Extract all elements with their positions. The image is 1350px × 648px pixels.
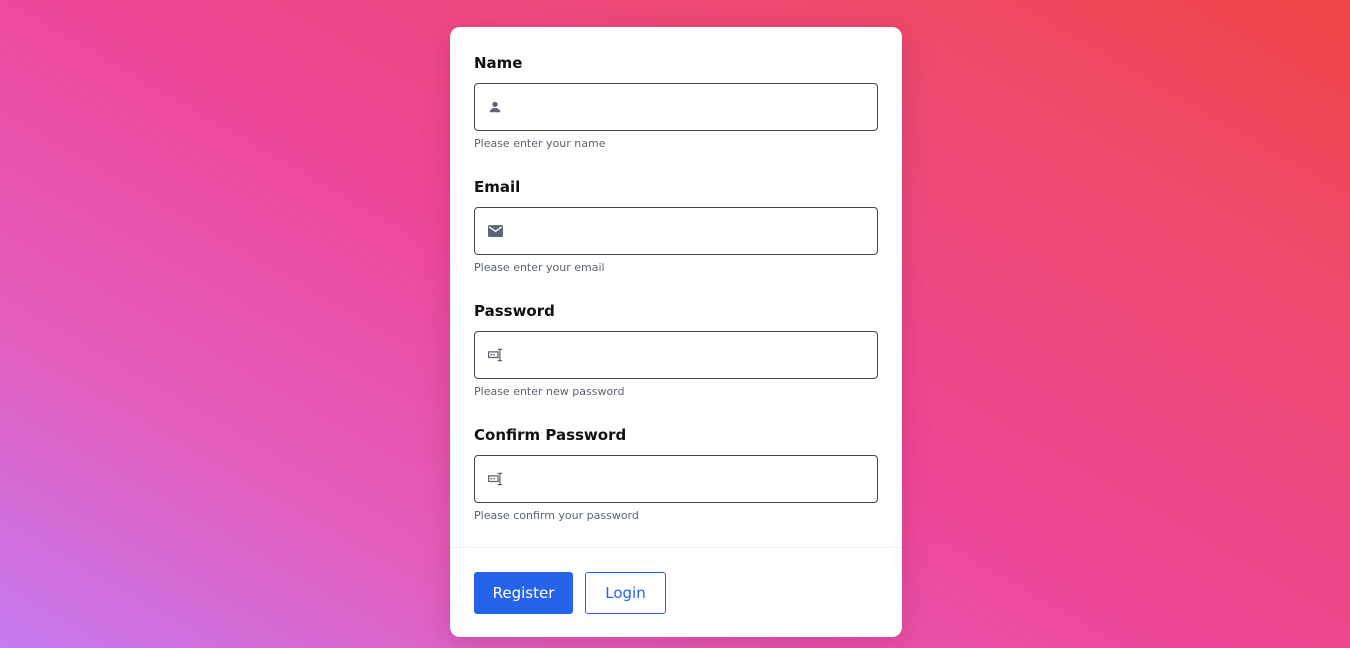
name-hint: Please enter your name bbox=[474, 137, 606, 150]
email-field-group: Email Please enter your email bbox=[474, 176, 878, 300]
password-input[interactable] bbox=[515, 332, 871, 378]
confirm-password-hint: Please confirm your password bbox=[474, 509, 639, 522]
confirm-password-label: Confirm Password bbox=[474, 426, 627, 444]
mail-icon bbox=[487, 223, 503, 239]
confirm-password-input[interactable] bbox=[515, 456, 871, 502]
form-actions: Register Login bbox=[474, 572, 666, 614]
confirm-password-field-group: Confirm Password Please confirm your pas… bbox=[474, 424, 878, 548]
register-form: Name Please enter your name Email Please… bbox=[450, 27, 902, 548]
register-button[interactable]: Register bbox=[474, 572, 573, 614]
email-input[interactable] bbox=[515, 208, 871, 254]
password-icon bbox=[487, 347, 503, 363]
name-input[interactable] bbox=[515, 84, 871, 130]
name-label: Name bbox=[474, 54, 523, 72]
confirm-password-input-wrapper[interactable] bbox=[474, 455, 878, 503]
email-input-wrapper[interactable] bbox=[474, 207, 878, 255]
person-icon bbox=[487, 99, 503, 115]
name-input-wrapper[interactable] bbox=[474, 83, 878, 131]
password-label: Password bbox=[474, 302, 555, 320]
name-field-group: Name Please enter your name bbox=[474, 52, 878, 176]
register-card: Name Please enter your name Email Please… bbox=[450, 27, 902, 637]
password-input-wrapper[interactable] bbox=[474, 331, 878, 379]
footer-divider bbox=[450, 547, 902, 548]
password-icon bbox=[487, 471, 503, 487]
password-field-group: Password Please enter new password bbox=[474, 300, 878, 424]
password-hint: Please enter new password bbox=[474, 385, 625, 398]
login-button[interactable]: Login bbox=[585, 572, 666, 614]
email-hint: Please enter your email bbox=[474, 261, 605, 274]
email-label: Email bbox=[474, 178, 521, 196]
